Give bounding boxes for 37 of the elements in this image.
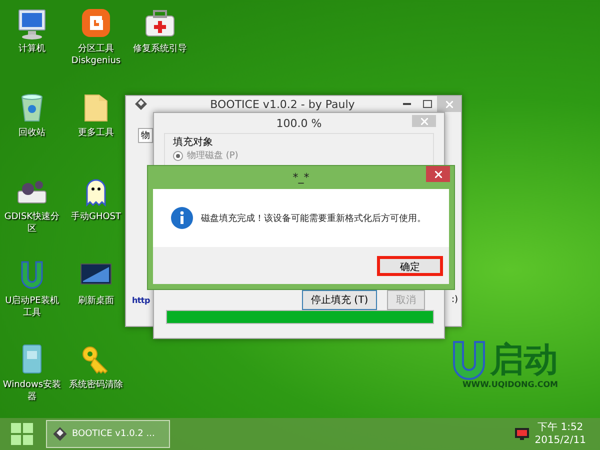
stop-fill-button[interactable]: 停止填充 (T) [302, 290, 378, 310]
desktop-icon-label: 计算机 [18, 43, 46, 55]
u-logo-icon [450, 340, 488, 380]
clock-date: 2015/2/11 [534, 434, 586, 447]
maximize-icon [422, 100, 432, 108]
monitor-icon[interactable] [514, 428, 529, 440]
clock-time: 下午 1:52 [538, 421, 584, 434]
window-title: BOOTICE v1.0.2 - by Pauly [209, 98, 356, 110]
group-title: 填充对象 [173, 136, 214, 149]
desktop-icon-label: GDISK快速分区 [3, 211, 61, 235]
radio-button[interactable] [173, 150, 183, 160]
desktop-icon-label: Windows安装器 [2, 379, 62, 403]
windows-logo-icon[interactable] [11, 423, 33, 445]
close-button[interactable] [426, 166, 450, 182]
desktop-icon-label: 分区工具 Diskgenius [71, 43, 121, 67]
close-icon [420, 118, 428, 124]
desktop-icon-label: 修复系统引导 [133, 43, 187, 55]
radio-label: 物理磁盘 (P) [187, 150, 238, 162]
desktop-icon-label: 更多工具 [78, 127, 114, 139]
ok-button[interactable]: 确定 [377, 256, 443, 276]
desktop-icon-label: 系统密码清除 [69, 379, 123, 391]
close-icon [434, 170, 442, 178]
info-icon [171, 207, 193, 229]
button-text: :) [451, 295, 458, 305]
window-title: 100.0 % [275, 116, 323, 132]
dialog-title: *_* [292, 171, 310, 184]
desktop-icon-label: 手动GHOST [70, 211, 122, 223]
link[interactable]: http [132, 296, 150, 305]
logo-url: WWW.UQIDONG.COM [462, 380, 558, 389]
logo-text: 启动 [490, 342, 558, 378]
message-text: 磁盘填充完成！该设备可能需要重新格式化后方可使用。 [201, 212, 426, 224]
desktop-icon-label: U启动PE装机工具 [4, 295, 60, 319]
tab[interactable]: 物 [138, 128, 153, 143]
close-icon [446, 100, 452, 108]
minimize-icon [403, 103, 411, 105]
desktop-icon-label: 刷新桌面 [78, 295, 114, 307]
desktop-icon-label: 回收站 [18, 127, 46, 139]
